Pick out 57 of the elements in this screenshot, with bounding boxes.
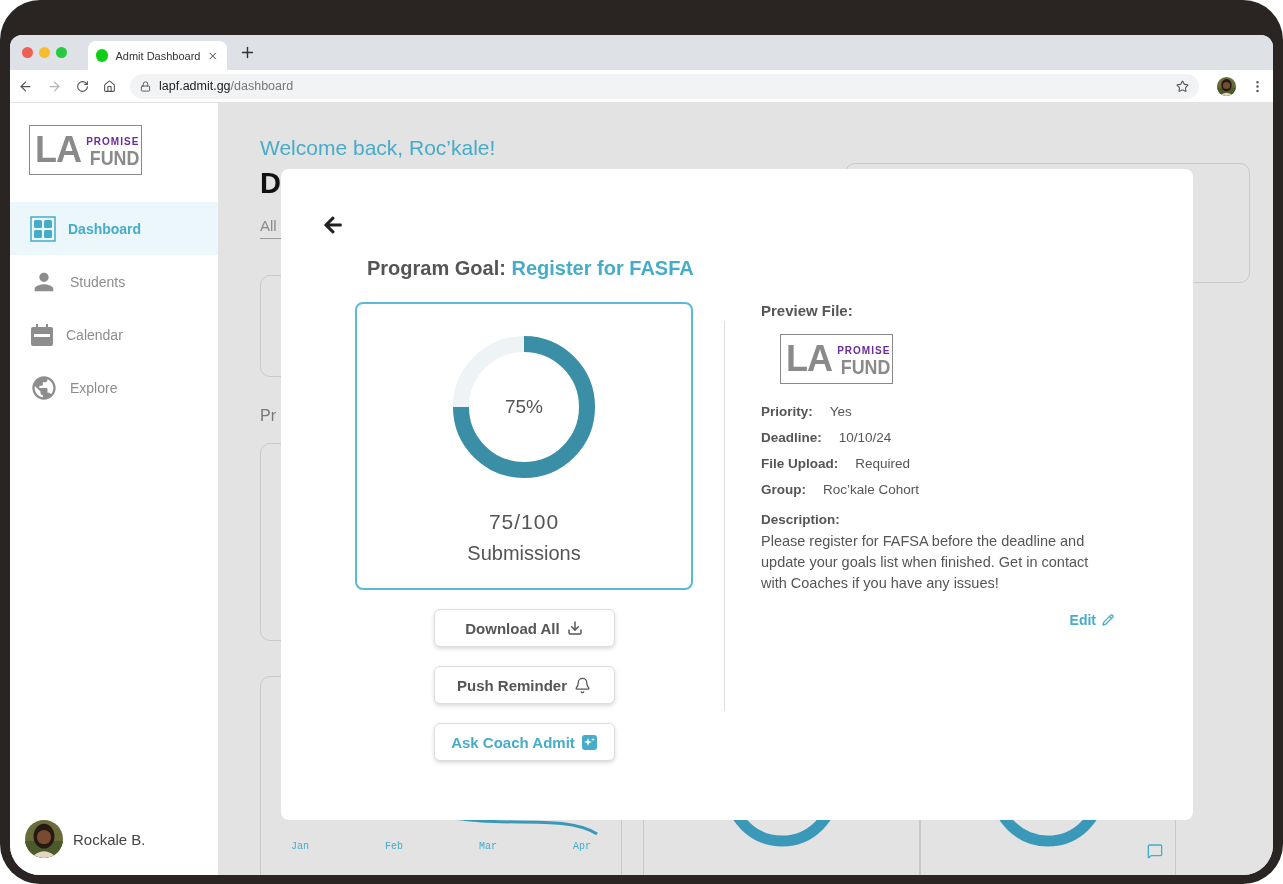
percent-text: 75% [505, 396, 543, 418]
page-heading: D [260, 167, 281, 200]
month-label: Feb [385, 841, 403, 852]
calendar-icon [30, 322, 54, 347]
download-icon [566, 620, 583, 636]
sparkle-icon [581, 734, 597, 750]
field-label: Priority: [761, 404, 813, 419]
home-icon[interactable] [103, 79, 116, 93]
bell-icon [574, 676, 591, 694]
tab-title: Admit Dashboard [115, 49, 201, 62]
new-tab-icon[interactable] [239, 44, 256, 61]
logo-tagline: PROMISE [837, 346, 891, 356]
description-label: Description: [761, 512, 840, 527]
field-label: Group: [761, 482, 806, 497]
download-button[interactable]: Download All [433, 609, 615, 647]
logo-tagline: PROMISE [86, 137, 140, 147]
description-text: Please register for FAFSA before the deadline and update your goals list when finished. Get in contact with Coaches if you have any issues! [761, 532, 1090, 593]
field-value: Required [855, 456, 911, 471]
nav-item[interactable]: Calendar [10, 308, 218, 361]
nav-item[interactable]: Dashboard [10, 202, 218, 255]
back-icon[interactable] [18, 78, 33, 94]
submissions-caption: Submissions [467, 542, 581, 565]
close-icon[interactable] [207, 49, 219, 62]
dialog-title: Program Goal: Register for FASFA [367, 257, 695, 280]
field-label: Deadline: [761, 430, 822, 445]
logo-wordmark: FUND [89, 147, 140, 168]
ask-coach-button[interactable]: Ask Coach Admit [433, 723, 615, 761]
submission-count: 75/100 [488, 510, 560, 534]
edit-link[interactable]: Edit [1069, 612, 1114, 628]
month-label: Jan [291, 841, 309, 852]
month-label: Apr [572, 841, 591, 852]
lock-icon [140, 80, 151, 92]
close-window-button[interactable] [22, 46, 33, 58]
address-field[interactable]: lapf.admit.gg/dashboard [130, 73, 1199, 99]
welcome-text: Welcome back, Roc’kale! [260, 136, 497, 160]
logo-letters: LA [35, 132, 81, 168]
section-label: Pr [260, 407, 276, 425]
reload-icon[interactable] [76, 79, 89, 93]
preview-heading: Preview File: [761, 302, 853, 319]
pencil-icon [1102, 614, 1114, 626]
nav-item[interactable]: Students [10, 255, 218, 308]
globe-icon [30, 373, 58, 402]
back-icon[interactable] [323, 215, 343, 235]
field-value: 10/10/24 [838, 430, 892, 445]
favicon [96, 49, 109, 62]
field-label: File Upload: [761, 456, 839, 471]
dashboard-icon [30, 215, 56, 242]
reminder-button[interactable]: Push Reminder [433, 666, 615, 704]
star-icon[interactable] [1176, 79, 1189, 93]
field-value: Yes [829, 404, 852, 419]
logo-wordmark: FUND [840, 356, 891, 377]
month-label: Mar [478, 841, 497, 852]
nav-item[interactable]: Explore [10, 361, 218, 414]
logo-letters: LA [786, 341, 832, 377]
browser-tab[interactable]: Admit Dashboard [88, 41, 227, 70]
user-name: Rockale B. [73, 830, 146, 848]
field-value: Roc’kale Cohort [823, 482, 920, 497]
